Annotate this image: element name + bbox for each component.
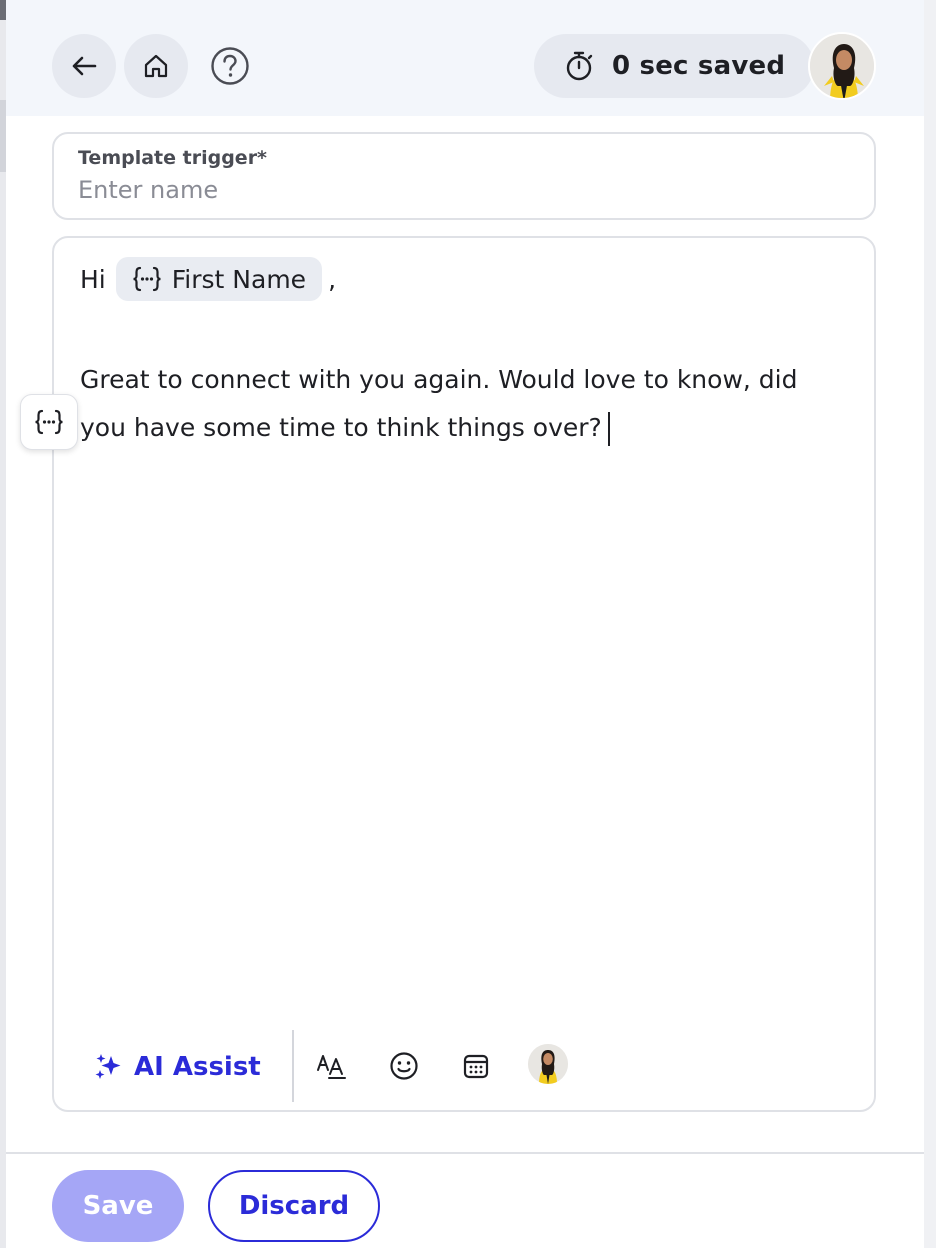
help-button[interactable] [208,44,252,88]
text-cursor [607,412,610,446]
emoji-icon [390,1052,418,1080]
avatar-image [528,1044,568,1084]
save-button[interactable]: Save [52,1170,184,1242]
greeting-text: Hi [80,264,106,294]
message-editor[interactable]: Hi First Name , Great to connect with yo… [52,236,876,1112]
greeting-line: Hi First Name , [80,256,336,302]
stopwatch-icon [566,51,593,81]
text-format-button[interactable] [310,1044,354,1088]
insert-variable-button[interactable] [20,394,78,450]
message-body[interactable]: Great to connect with you again. Would l… [80,356,840,452]
discard-button[interactable]: Discard [208,1170,380,1242]
calendar-icon [463,1054,489,1079]
header-bar: 0 sec saved [6,0,924,116]
message-body-text: Great to connect with you again. Would l… [80,365,798,442]
help-icon [211,47,249,85]
ai-assist-label: AI Assist [134,1052,261,1082]
insert-profile-button[interactable] [528,1044,568,1084]
home-icon [144,54,168,78]
arrow-left-icon [72,56,97,76]
template-trigger-label: Template trigger* [78,147,267,169]
calendar-button[interactable] [454,1044,498,1088]
time-saved-text: 0 sec saved [612,51,786,81]
back-button[interactable] [52,34,116,98]
toolbar-divider [292,1030,294,1102]
template-trigger-input[interactable] [78,176,850,204]
home-button[interactable] [124,34,188,98]
background-window-edge [924,0,936,1248]
template-editor-panel: 0 sec saved Template trigger* Hi [6,0,924,1248]
braces-variable-icon [133,266,161,292]
footer-divider [6,1152,924,1154]
braces-variable-icon [35,409,63,435]
text-format-icon [317,1055,346,1079]
greeting-punctuation: , [328,264,337,294]
emoji-button[interactable] [382,1044,426,1088]
avatar-image [810,34,874,98]
time-saved-badge: 0 sec saved [534,34,814,98]
variable-chip-label: First Name [171,264,307,294]
editor-toolbar: AI Assist [54,1030,874,1110]
avatar[interactable] [808,32,876,100]
sparkles-icon [95,1054,121,1079]
template-trigger-field[interactable]: Template trigger* [52,132,876,220]
variable-chip-first-name[interactable]: First Name [115,257,323,301]
ai-assist-button[interactable]: AI Assist [94,1042,261,1092]
